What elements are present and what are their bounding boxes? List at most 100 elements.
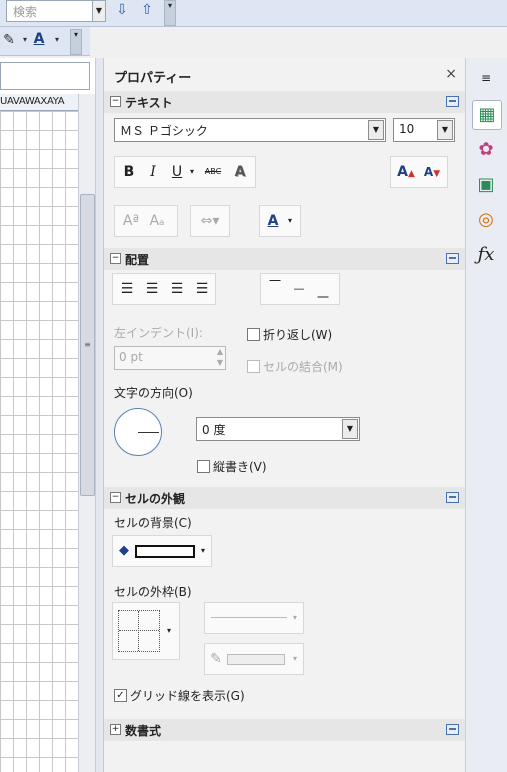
- font-color-icon[interactable]: A: [262, 211, 284, 231]
- underline-dropdown-icon[interactable]: ▾: [187, 162, 197, 182]
- cell-background-button[interactable]: ◆ ▾: [112, 535, 212, 567]
- styles-deck-icon[interactable]: ✿: [472, 136, 500, 164]
- panel-title: プロパティー: [114, 71, 192, 86]
- line-color-swatch: [227, 654, 285, 665]
- wrap-text-checkbox[interactable]: [247, 328, 260, 341]
- find-next-arrow-down-icon[interactable]: ⇩: [113, 1, 131, 19]
- section-number-format-header[interactable]: + 数書式: [104, 719, 465, 741]
- chevron-down-icon[interactable]: ▼: [437, 120, 453, 140]
- character-spacing-icon[interactable]: ⇔▾: [193, 211, 227, 231]
- strikethrough-icon[interactable]: ABC: [201, 162, 225, 182]
- vertical-text-checkbox[interactable]: [197, 460, 210, 473]
- shadow-icon[interactable]: A: [229, 162, 251, 182]
- cell-border-label: セルの外枠(B): [114, 585, 192, 599]
- more-options-icon[interactable]: [446, 724, 459, 735]
- section-alignment-label: 配置: [125, 253, 150, 267]
- toolbar-overflow-icon[interactable]: ▾: [70, 29, 82, 55]
- pencil-icon: ✎: [210, 651, 222, 667]
- superscript-subscript-group: Aª Aₐ: [114, 205, 178, 237]
- align-middle-icon[interactable]: —: [289, 279, 309, 299]
- left-indent-label: 左インデント(I):: [114, 326, 203, 340]
- align-center-icon[interactable]: ☰: [142, 279, 162, 299]
- italic-icon[interactable]: I: [143, 162, 163, 182]
- font-color-icon[interactable]: A: [30, 30, 48, 48]
- left-indent-spinner[interactable]: 0 pt ▲ ▼: [114, 346, 226, 370]
- font-name-combo[interactable]: ＭＳ Ｐゴシック ▼: [114, 118, 386, 142]
- horizontal-align-group: ☰ ☰ ☰ ☰: [112, 273, 216, 305]
- line-style-icon: [211, 617, 287, 618]
- rotation-angle-combo[interactable]: 0 度 ▼: [196, 417, 360, 441]
- align-justify-icon[interactable]: ☰: [192, 279, 212, 299]
- spin-arrows-icon[interactable]: ▲ ▼: [217, 346, 223, 368]
- section-cell-appearance-header[interactable]: − セルの外観: [104, 487, 465, 509]
- search-placeholder: 検索: [13, 5, 38, 19]
- text-style-group: B I U ▾ ABC A: [114, 156, 256, 188]
- more-options-icon[interactable]: [446, 96, 459, 107]
- gallery-deck-icon[interactable]: ▣: [472, 171, 500, 199]
- more-options-icon[interactable]: [446, 253, 459, 264]
- scrollbar-thumb[interactable]: ≡: [80, 194, 95, 496]
- merge-cells-checkbox[interactable]: [247, 360, 260, 373]
- navigator-deck-icon[interactable]: ◎: [472, 206, 500, 234]
- properties-panel: プロパティー × − テキスト ＭＳ Ｐゴシック ▼ 10 ▼ B I U ▾ …: [103, 58, 465, 772]
- search-input[interactable]: 検索 ▼: [6, 0, 106, 22]
- border-grid-icon: [118, 610, 160, 652]
- functions-deck-icon[interactable]: ƒx: [472, 241, 500, 269]
- align-bottom-icon[interactable]: ⎽: [313, 282, 333, 302]
- text-direction-label: 文字の方向(O): [114, 386, 193, 400]
- merge-cells-label[interactable]: セルの結合(M): [263, 358, 343, 375]
- expand-icon[interactable]: +: [110, 724, 121, 735]
- character-spacing-group: ⇔▾: [190, 205, 230, 237]
- cell-border-button[interactable]: ▾: [112, 602, 180, 660]
- align-left-icon[interactable]: ☰: [117, 279, 137, 299]
- border-line-color-button[interactable]: ✎ ▾: [204, 643, 304, 675]
- chevron-down-icon[interactable]: ▼: [342, 419, 358, 439]
- spreadsheet-area: UAVAWAXAYA ≡: [0, 58, 95, 772]
- collapse-icon[interactable]: −: [110, 253, 121, 264]
- underline-icon[interactable]: U: [167, 162, 187, 182]
- background-color-swatch: [135, 545, 195, 558]
- properties-deck-icon[interactable]: ▦: [472, 100, 502, 130]
- font-size-value: 10: [399, 122, 415, 136]
- search-dropdown-icon[interactable]: ▼: [92, 1, 105, 21]
- border-dropdown-icon[interactable]: ▾: [163, 621, 175, 641]
- align-right-icon[interactable]: ☰: [167, 279, 187, 299]
- vertical-scrollbar[interactable]: ≡: [78, 94, 95, 772]
- font-color-dropdown-icon[interactable]: ▾: [284, 211, 296, 231]
- rotation-angle-value: 0 度: [202, 423, 226, 437]
- show-gridlines-label[interactable]: グリッド線を表示(G): [130, 687, 245, 704]
- column-header-row[interactable]: UAVAWAXAYA: [0, 94, 78, 111]
- font-color-dropdown-icon[interactable]: ▾: [48, 31, 66, 49]
- vertical-text-label[interactable]: 縦書き(V): [213, 458, 267, 475]
- toolbar-overflow-icon[interactable]: ▾: [164, 0, 176, 26]
- more-options-icon[interactable]: [446, 492, 459, 503]
- font-color-group: A ▾: [259, 205, 301, 237]
- collapse-icon[interactable]: −: [110, 492, 121, 503]
- section-text-header[interactable]: − テキスト: [104, 91, 465, 113]
- format-toolbar-fragment: ✎ ▾ A ▾ ▾: [0, 27, 90, 56]
- subscript-icon[interactable]: Aₐ: [145, 211, 169, 231]
- find-previous-arrow-up-icon[interactable]: ⇧: [138, 1, 156, 19]
- increase-font-icon[interactable]: A▲: [395, 162, 417, 182]
- background-dropdown-icon[interactable]: ▾: [197, 541, 209, 561]
- bold-icon[interactable]: B: [119, 162, 139, 182]
- cell-grid[interactable]: [0, 111, 78, 772]
- border-line-style-button[interactable]: ▾: [204, 602, 304, 634]
- collapse-icon[interactable]: −: [110, 96, 121, 107]
- formula-input[interactable]: [0, 62, 90, 90]
- menu-icon[interactable]: ≡: [472, 64, 500, 92]
- text-orientation-dial[interactable]: [114, 408, 162, 456]
- line-style-dropdown-icon[interactable]: ▾: [289, 608, 301, 628]
- left-indent-value: 0 pt: [119, 350, 143, 364]
- section-alignment-header[interactable]: − 配置: [104, 248, 465, 270]
- wrap-text-label[interactable]: 折り返し(W): [263, 326, 332, 343]
- chevron-down-icon[interactable]: ▼: [368, 120, 384, 140]
- line-color-dropdown-icon[interactable]: ▾: [289, 649, 301, 669]
- align-top-icon[interactable]: ⎺: [265, 276, 285, 296]
- show-gridlines-checkbox[interactable]: ✓: [114, 689, 127, 702]
- paint-bucket-icon[interactable]: ◆: [115, 541, 133, 561]
- close-icon[interactable]: ×: [445, 66, 457, 82]
- decrease-font-icon[interactable]: A▼: [421, 162, 443, 182]
- font-size-combo[interactable]: 10 ▼: [393, 118, 455, 142]
- superscript-icon[interactable]: Aª: [119, 211, 143, 231]
